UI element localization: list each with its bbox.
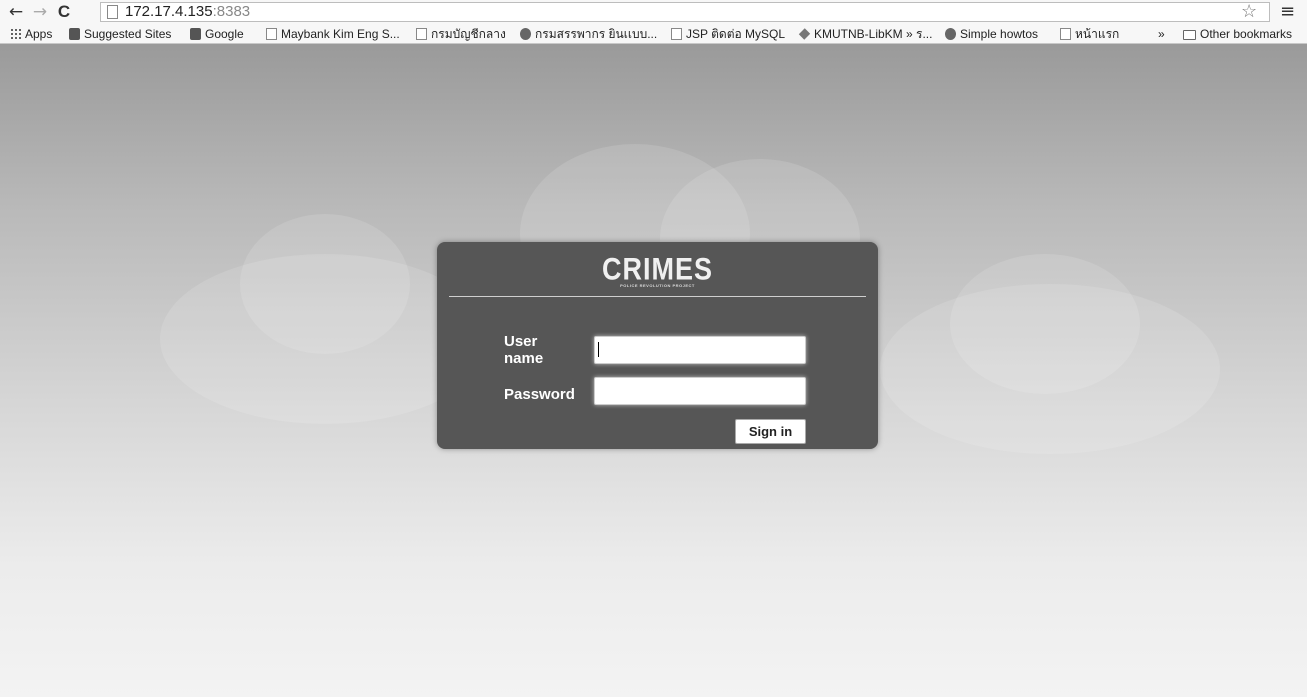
username-label: User name: [504, 333, 544, 367]
crimes-logo: CRIMES: [601, 251, 713, 287]
bookmark-label: กรมสรรพากร ยินเเบบ...: [535, 27, 658, 41]
logo-subtitle: POLICE REVOLUTION PROJECT: [620, 283, 695, 288]
bookmark-rd[interactable]: กรมสรรพากร ยินเเบบ...: [520, 26, 657, 42]
folder-icon: [1183, 30, 1196, 40]
forward-arrow-icon[interactable]: →: [30, 2, 50, 22]
cloud-shape: [950, 254, 1140, 394]
bookmark-label: JSP ติดต่อ MySQL: [686, 27, 786, 41]
suggested-sites-icon: [69, 28, 80, 40]
url-port: :8383: [212, 3, 251, 20]
cloud-shape: [240, 214, 410, 354]
bookmarks-overflow-button[interactable]: »: [1158, 26, 1165, 42]
bookmark-maybank[interactable]: Maybank Kim Eng S...: [266, 26, 400, 42]
page-icon: [416, 28, 427, 40]
address-bar[interactable]: 172.17.4.135:8383: [100, 2, 1270, 22]
password-label: Password: [504, 386, 575, 403]
bookmark-label: Apps: [25, 27, 53, 41]
text-caret: [598, 342, 599, 357]
username-input[interactable]: [594, 336, 806, 364]
back-arrow-icon[interactable]: ←: [6, 2, 26, 22]
revenue-dept-icon: [520, 28, 531, 40]
reload-icon[interactable]: C: [54, 2, 74, 22]
kmutnb-icon: [798, 28, 811, 40]
bookmark-label: Other bookmarks: [1200, 27, 1293, 41]
bookmark-simple-howtos[interactable]: Simple howtos: [945, 26, 1038, 42]
sign-in-button[interactable]: Sign in: [735, 419, 806, 444]
simple-howtos-icon: [945, 28, 956, 40]
url-text: 172.17.4.135:8383: [125, 3, 250, 21]
bookmark-kmutnb[interactable]: KMUTNB-LibKM » ร...: [798, 26, 933, 42]
bookmark-other-bookmarks[interactable]: Other bookmarks: [1183, 26, 1292, 42]
bookmark-label: กรมบัญชีกลาง: [431, 27, 506, 41]
bookmark-homepage[interactable]: หน้าแรก: [1060, 26, 1119, 42]
google-icon: [190, 28, 201, 40]
apps-grid-icon: [10, 28, 21, 40]
bookmark-cgd[interactable]: กรมบัญชีกลาง: [416, 26, 506, 42]
divider: [449, 296, 866, 297]
password-input[interactable]: [594, 377, 806, 405]
page-viewport: CRIMES POLICE REVOLUTION PROJECT User na…: [0, 44, 1307, 697]
url-host: 172.17.4.135: [125, 3, 213, 20]
bookmark-google[interactable]: Google: [190, 26, 244, 42]
browser-menu-icon[interactable]: ≡: [1280, 1, 1295, 22]
bookmark-label: Maybank Kim Eng S...: [281, 27, 400, 41]
browser-toolbar: ← → C 172.17.4.135:8383 ☆ ≡ Apps Suggest…: [0, 0, 1307, 44]
bookmark-apps[interactable]: Apps: [10, 26, 52, 42]
bookmark-label: KMUTNB-LibKM » ร...: [814, 27, 933, 41]
bookmarks-bar: Apps Suggested Sites Google Maybank Kim …: [0, 24, 1307, 44]
bookmark-label: Suggested Sites: [84, 27, 172, 41]
bookmark-jsp-mysql[interactable]: JSP ติดต่อ MySQL: [671, 26, 785, 42]
bookmark-label: หน้าแรก: [1075, 27, 1120, 41]
bookmark-star-icon[interactable]: ☆: [1241, 1, 1257, 22]
page-icon: [266, 28, 277, 40]
page-icon: [1060, 28, 1071, 40]
bookmark-label: Simple howtos: [960, 27, 1039, 41]
bookmark-suggested-sites[interactable]: Suggested Sites: [69, 26, 171, 42]
login-panel: CRIMES POLICE REVOLUTION PROJECT User na…: [437, 242, 878, 449]
page-icon: [107, 5, 118, 19]
page-icon: [671, 28, 682, 40]
bookmark-label: Google: [205, 27, 244, 41]
navigation-bar: ← → C 172.17.4.135:8383 ☆ ≡: [0, 0, 1307, 24]
